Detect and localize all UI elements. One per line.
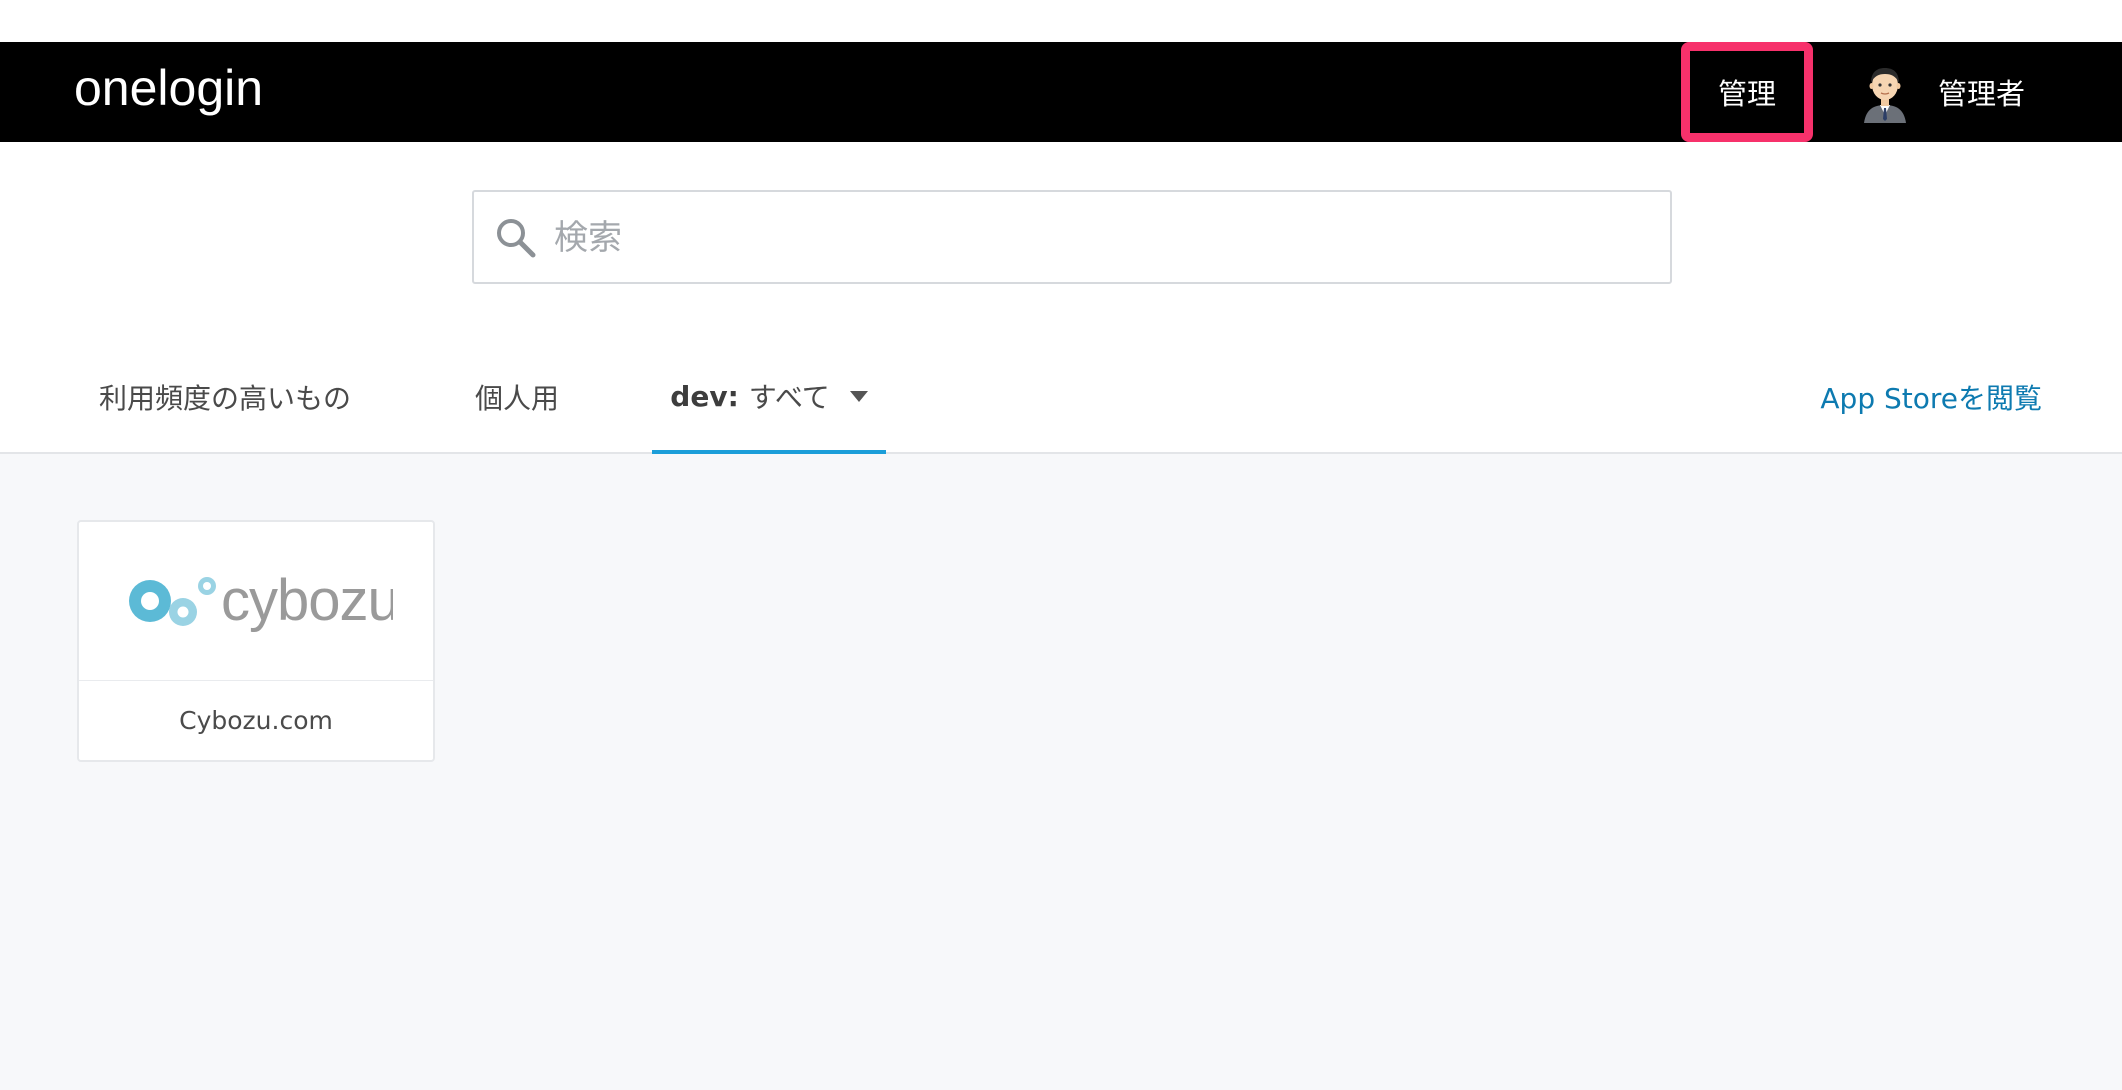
tab-label: すべて <box>748 381 830 414</box>
search-section: 利用頻度の高いもの 個人用 dev: すべて App Storeを閲覧 <box>0 142 2122 454</box>
tab-frequently-used[interactable]: 利用頻度の高いもの <box>99 342 351 452</box>
tab-prefix: dev <box>670 379 728 413</box>
search-input[interactable] <box>552 202 1646 274</box>
user-avatar-icon <box>1864 68 1906 123</box>
user-name: 管理者 <box>1938 77 2026 111</box>
search-icon <box>497 219 536 258</box>
tab-label: 個人用 <box>475 382 560 415</box>
admin-button-label: 管理 <box>1717 77 1776 111</box>
apps-area: cybozu Cybozu.com <box>0 454 2122 1090</box>
caret-down-icon <box>849 390 868 402</box>
tab-separator: : <box>727 379 739 413</box>
user-menu[interactable]: 管理者 <box>1858 60 2025 124</box>
app-name: Cybozu.com <box>179 706 333 735</box>
tab-personal[interactable]: 個人用 <box>475 342 559 452</box>
cybozu-logo: cybozu <box>79 522 433 681</box>
app-tabs: 利用頻度の高いもの 個人用 dev: すべて App Storeを閲覧 <box>0 342 2122 454</box>
onelogin-logo[interactable]: onelogin <box>74 60 263 116</box>
cybozu-logo-text: cybozu <box>221 568 393 633</box>
top-navbar: onelogin 管理 管理者 <box>0 42 2122 142</box>
tab-label: 利用頻度の高いもの <box>99 382 352 415</box>
tab-dev-all[interactable]: dev: すべて <box>652 342 886 454</box>
top-strip <box>0 0 2122 42</box>
admin-button[interactable]: 管理 <box>1681 42 1813 142</box>
search-box[interactable] <box>472 190 1672 284</box>
app-store-link[interactable]: App Storeを閲覧 <box>1820 342 2042 452</box>
app-tile-cybozu[interactable]: cybozu Cybozu.com <box>77 520 435 762</box>
